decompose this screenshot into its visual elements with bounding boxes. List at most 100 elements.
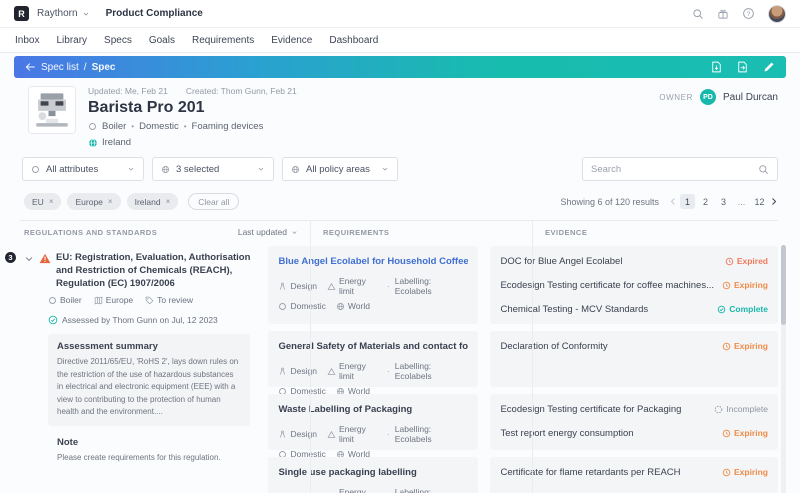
nav-item-library[interactable]: Library: [56, 35, 87, 46]
tag-energy-limit: Energy limit: [327, 276, 382, 296]
owner-avatar[interactable]: PD: [700, 89, 716, 105]
markets-dropdown[interactable]: 3 selected: [152, 157, 274, 181]
evidence-item[interactable]: DOC for Blue Angel EcolabelExpired: [500, 249, 768, 273]
page-button-3[interactable]: 3: [716, 194, 731, 209]
remove-chip-icon[interactable]: ×: [108, 197, 113, 206]
tag-label: Energy limit: [339, 361, 382, 381]
gift-icon[interactable]: [717, 8, 729, 20]
back-arrow-icon[interactable]: [25, 62, 36, 72]
sort-last-updated[interactable]: Last updated: [238, 227, 298, 237]
table-row: Single use packaging labellingDesignEner…: [262, 457, 778, 493]
requirement-title[interactable]: Blue Angel Ecolabel for Household Coffee…: [278, 256, 468, 267]
evidence-title[interactable]: Chemical Testing - MCV Standards: [500, 304, 648, 315]
export-doc-icon[interactable]: [711, 61, 722, 73]
scrollbar-thumb[interactable]: [781, 245, 786, 325]
requirement-title[interactable]: Waste Labelling of Packaging: [278, 404, 468, 415]
raythorn-logo: R: [14, 6, 29, 21]
assessed-text: Assessed by Thom Gunn on Jul, 12 2023: [62, 315, 218, 325]
attribute: Foaming devices: [192, 121, 264, 132]
note-section: Note Please create requirements for this…: [48, 437, 250, 464]
requirement-card[interactable]: General Safety of Materials and contact …: [268, 331, 478, 387]
user-avatar[interactable]: [768, 5, 786, 23]
tag-label: Design: [290, 366, 316, 376]
attribute: Boiler: [102, 121, 126, 132]
prev-page-icon[interactable]: [669, 197, 677, 206]
filter-chip-ireland[interactable]: Ireland ×: [127, 193, 179, 210]
check-circle-icon: [717, 305, 726, 314]
globe-icon: [336, 302, 345, 311]
duplicate-doc-icon[interactable]: [737, 61, 748, 73]
requirement-title[interactable]: Single use packaging labelling: [278, 467, 468, 478]
attribute-separator: •: [184, 122, 187, 131]
search-icon[interactable]: [758, 164, 769, 175]
policy-areas-dropdown[interactable]: All policy areas: [282, 157, 398, 181]
chevron-down-icon: [82, 10, 90, 18]
evidence-title[interactable]: Test report energy consumption: [500, 428, 633, 439]
nav-item-inbox[interactable]: Inbox: [15, 35, 39, 46]
regulation-title[interactable]: EU: Registration, Evaluation, Authorisat…: [56, 252, 250, 290]
filter-chip-europe[interactable]: Europe ×: [67, 193, 120, 210]
design-icon: [278, 430, 287, 439]
nav-item-goals[interactable]: Goals: [149, 35, 175, 46]
triangle-icon: [327, 367, 336, 376]
status-badge: Expiring: [722, 428, 768, 438]
collapse-chevron-icon[interactable]: [24, 254, 34, 264]
page-button-12[interactable]: 12: [752, 194, 767, 209]
evidence-item[interactable]: Chemical Testing - MCV StandardsComplete: [500, 297, 768, 321]
requirement-card[interactable]: Single use packaging labellingDesignEner…: [268, 457, 478, 493]
filter-chip-eu[interactable]: EU ×: [24, 193, 61, 210]
owner-name[interactable]: Paul Durcan: [723, 92, 778, 103]
vertical-scrollbar[interactable]: [781, 245, 786, 493]
table-row: Blue Angel Ecolabel for Household Coffee…: [262, 246, 778, 324]
requirement-card[interactable]: Blue Angel Ecolabel for Household Coffee…: [268, 246, 478, 324]
evidence-title[interactable]: Declaration of Conformity: [500, 341, 607, 352]
tag-label: Energy limit: [339, 424, 382, 444]
workspace-switcher[interactable]: Raythorn: [37, 8, 90, 19]
search-input[interactable]: [591, 164, 758, 175]
regulation-tags: Boiler Europe To review: [48, 295, 250, 305]
tag-europe: Europe: [94, 295, 133, 305]
evidence-item[interactable]: Declaration of ConformityExpiring: [500, 334, 768, 358]
tag-label: Labelling: Ecolabels: [395, 424, 469, 444]
evidence-item[interactable]: Test report energy consumption Expiring: [500, 421, 768, 445]
help-icon[interactable]: ?: [742, 7, 755, 20]
evidence-title[interactable]: Ecodesign Testing certificate for Packag…: [500, 404, 681, 415]
breadcrumb-separator: /: [84, 62, 87, 73]
tag-labelling-ecolabels: Labelling: Ecolabels: [395, 487, 469, 493]
tag-energy-limit: Energy limit: [327, 424, 382, 444]
tag-separator: ·: [387, 429, 390, 439]
requirement-card[interactable]: Waste Labelling of PackagingDesignEnergy…: [268, 394, 478, 450]
breadcrumb-back[interactable]: Spec list: [41, 62, 79, 73]
assessed-status: Assessed by Thom Gunn on Jul, 12 2023: [48, 315, 250, 325]
edit-icon[interactable]: [763, 61, 775, 73]
nav-item-requirements[interactable]: Requirements: [192, 35, 254, 46]
evidence-title[interactable]: Certificate for flame retardants per REA…: [500, 467, 680, 478]
tag-label: Labelling: Ecolabels: [395, 487, 469, 493]
search-icon[interactable]: [692, 8, 704, 20]
filter-bar: All attributes 3 selected All policy are…: [22, 157, 778, 181]
evidence-item[interactable]: Ecodesign Testing certificate for Packag…: [500, 397, 768, 421]
chevron-down-icon: [381, 165, 389, 173]
remove-chip-icon[interactable]: ×: [49, 197, 54, 206]
breadcrumb[interactable]: Spec list / Spec: [25, 62, 115, 73]
tag-label: Energy limit: [339, 487, 382, 493]
requirement-title[interactable]: General Safety of Materials and contact …: [278, 341, 468, 352]
clear-all-button[interactable]: Clear all: [188, 193, 239, 210]
evidence-title[interactable]: DOC for Blue Angel Ecolabel: [500, 256, 622, 267]
column-header-requirements: Requirements: [310, 228, 532, 237]
evidence-item[interactable]: Certificate for flame retardants per REA…: [500, 460, 768, 484]
nav-item-specs[interactable]: Specs: [104, 35, 132, 46]
attributes-dropdown[interactable]: All attributes: [22, 157, 144, 181]
page-button-1[interactable]: 1: [680, 194, 695, 209]
nav-item-evidence[interactable]: Evidence: [271, 35, 312, 46]
evidence-item[interactable]: Ecodesign Testing certificate for coffee…: [500, 273, 768, 297]
remove-chip-icon[interactable]: ×: [166, 197, 171, 206]
next-page-icon[interactable]: [770, 197, 778, 206]
chip-label: Europe: [75, 197, 102, 207]
assessment-summary-text: Directive 2011/65/EU, 'RoHS 2', lays dow…: [57, 356, 241, 418]
tag-label: Boiler: [60, 295, 82, 305]
tag-domestic: Domestic: [278, 301, 325, 311]
column-divider: [310, 221, 311, 493]
nav-item-dashboard[interactable]: Dashboard: [329, 35, 378, 46]
page-button-2[interactable]: 2: [698, 194, 713, 209]
